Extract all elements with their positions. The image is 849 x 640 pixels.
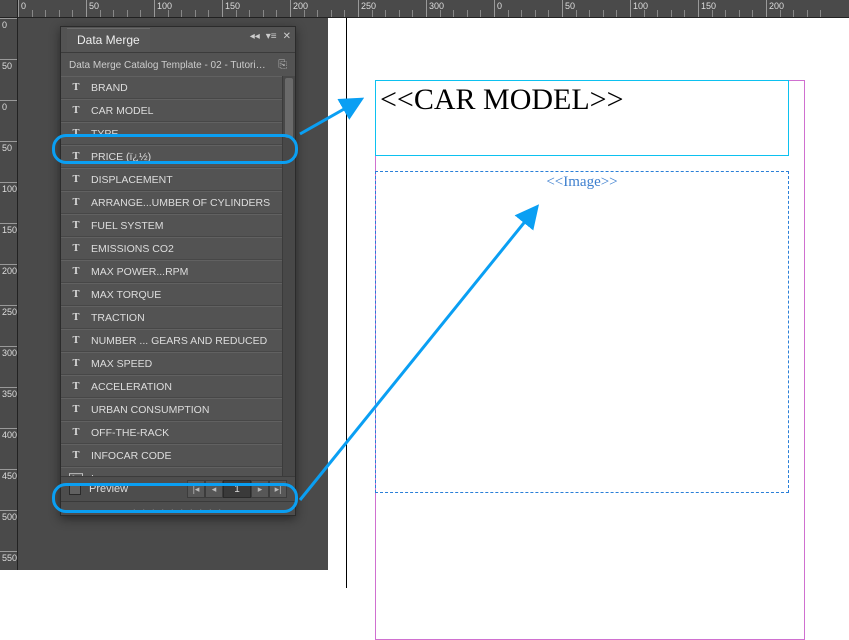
nav-last-button[interactable]: ▸| [269,480,287,498]
field-row-fuel-system[interactable]: T FUEL SYSTEM [61,214,295,237]
text-field-icon: T [69,312,83,323]
car-model-text-frame[interactable]: <<CAR MODEL>> [375,80,789,156]
ruler-corner [0,0,18,18]
record-navigator[interactable]: |◂ ◂ ▸ ▸| [187,480,287,498]
field-row-price-[interactable]: T PRICE (ï¿½) [61,145,295,168]
field-row-image[interactable]: Image1 [61,467,295,476]
panel-source-row: Data Merge Catalog Template - 02 - Tutor… [61,53,295,76]
source-link-icon[interactable]: ⎘ [278,59,287,72]
document-page[interactable]: <<CAR MODEL>> <<Image>> [346,18,849,588]
car-model-placeholder-text: <<CAR MODEL>> [380,83,624,116]
text-field-icon: T [69,289,83,300]
field-label: PRICE (ï¿½) [91,151,287,163]
text-field-icon: T [69,128,83,139]
field-row-acceleration[interactable]: T ACCELERATION [61,375,295,398]
image-field-icon [69,473,83,476]
preview-label: Preview [89,483,128,495]
field-label: INFOCAR CODE [91,450,287,462]
panel-footer: Preview |◂ ◂ ▸ ▸| · · · · · · · · · · [61,476,295,515]
field-row-max-torque[interactable]: T MAX TORQUE [61,283,295,306]
field-label: TYPE [91,128,287,140]
panel-header[interactable]: Data Merge ◂◂ ▾≡ ✕ [61,27,295,53]
panel-close-icon[interactable]: ✕ [283,31,291,42]
field-label: CAR MODEL [91,105,273,117]
preview-checkbox[interactable] [69,483,81,495]
text-field-icon: T [69,174,83,185]
panel-tab[interactable]: Data Merge [67,28,150,52]
scrollbar-thumb[interactable] [285,78,293,138]
field-label: Image [91,473,273,477]
field-label: MAX TORQUE [91,289,287,301]
panel-source-filename: Data Merge Catalog Template - 02 - Tutor… [69,60,269,71]
nav-prev-button[interactable]: ◂ [205,480,223,498]
field-label: FUEL SYSTEM [91,220,287,232]
nav-record-input[interactable] [223,480,251,498]
panel-collapse-icon[interactable]: ◂◂ [250,31,260,42]
field-label: URBAN CONSUMPTION [91,404,287,416]
text-field-icon: T [69,105,83,116]
field-label: MAX POWER...RPM [91,266,287,278]
image-placeholder-text: <<Image>> [546,174,617,190]
field-row-infocar-code[interactable]: T INFOCAR CODE [61,444,295,467]
field-row-max-power-rpm[interactable]: T MAX POWER...RPM [61,260,295,283]
text-field-icon: T [69,220,83,231]
field-label: DISPLACEMENT [91,174,287,186]
vertical-ruler: 050050100150200250300350400450500550 [0,18,18,570]
data-merge-panel[interactable]: Data Merge ◂◂ ▾≡ ✕ Data Merge Catalog Te… [60,26,296,516]
text-field-icon: T [69,335,83,346]
field-row-brand[interactable]: T BRAND [61,76,295,99]
text-field-icon: T [69,427,83,438]
panel-menu-icon[interactable]: ▾≡ [266,31,277,42]
text-field-icon: T [69,404,83,415]
field-row-number-gears-and-reduced[interactable]: T NUMBER ... GEARS AND REDUCED [61,329,295,352]
image-frame[interactable]: <<Image>> [375,171,789,493]
field-label: BRAND [91,82,287,94]
field-row-off-the-rack[interactable]: T OFF-THE-RACK [61,421,295,444]
text-field-icon: T [69,197,83,208]
nav-next-button[interactable]: ▸ [251,480,269,498]
field-row-traction[interactable]: T TRACTION [61,306,295,329]
field-label: TRACTION [91,312,287,324]
field-row-type[interactable]: T TYPE [61,122,295,145]
text-field-icon: T [69,358,83,369]
text-field-icon: T [69,381,83,392]
field-label: EMISSIONS CO2 [91,243,287,255]
field-label: ARRANGE...UMBER OF CYLINDERS [91,197,287,209]
field-label: NUMBER ... GEARS AND REDUCED [91,335,287,347]
field-row-urban-consumption[interactable]: T URBAN CONSUMPTION [61,398,295,421]
field-label: ACCELERATION [91,381,287,393]
nav-first-button[interactable]: |◂ [187,480,205,498]
field-row-displacement[interactable]: T DISPLACEMENT [61,168,295,191]
field-row-car-model[interactable]: TCAR MODEL1 [61,99,295,122]
text-field-icon: T [69,151,83,162]
text-field-icon: T [69,82,83,93]
field-row-emissions-co2[interactable]: T EMISSIONS CO2 [61,237,295,260]
text-field-icon: T [69,450,83,461]
field-row-arrange-umber-of-cylinders[interactable]: T ARRANGE...UMBER OF CYLINDERS [61,191,295,214]
text-field-icon: T [69,243,83,254]
panel-title: Data Merge [77,33,140,47]
text-field-icon: T [69,266,83,277]
field-list-scrollbar[interactable] [282,76,295,476]
field-row-max-speed[interactable]: T MAX SPEED [61,352,295,375]
horizontal-ruler: 050100150200250300050100150200 [18,0,849,18]
field-label: MAX SPEED [91,358,287,370]
panel-resize-grip[interactable]: · · · · · · · · · · [61,501,295,515]
field-list[interactable]: TBRANDTCAR MODEL1TTYPETPRICE (ï¿½)TDISPL… [61,76,295,476]
field-label: OFF-THE-RACK [91,427,287,439]
